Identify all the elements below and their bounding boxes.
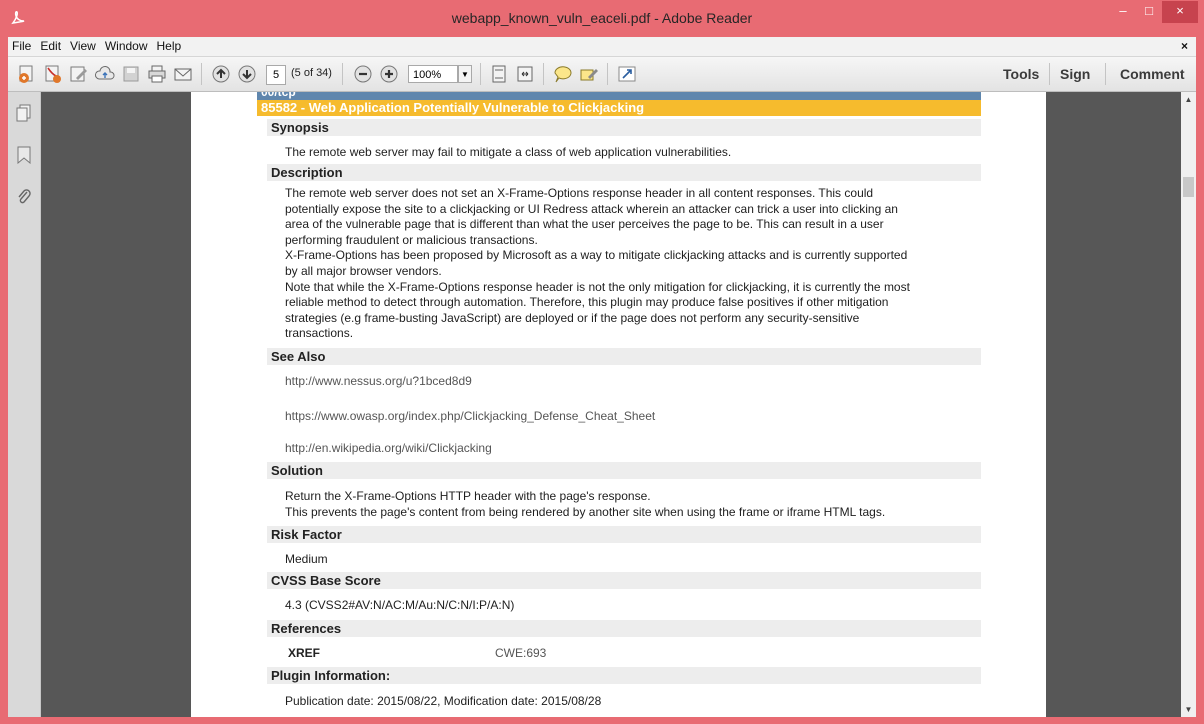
document-viewer[interactable]: 00/tcp 85582 - Web Application Potential…	[41, 92, 1181, 717]
pdf-page[interactable]: 00/tcp 85582 - Web Application Potential…	[191, 92, 1046, 717]
see-also-link[interactable]: http://www.nessus.org/u?1bced8d9	[285, 374, 472, 388]
scroll-down-icon[interactable]: ▼	[1181, 702, 1196, 717]
sign-button[interactable]: Sign	[1060, 66, 1090, 82]
plugin-info-text: Publication date: 2015/08/22, Modificati…	[285, 694, 602, 708]
menu-window[interactable]: Window	[101, 37, 153, 53]
section-synopsis: Synopsis	[267, 119, 981, 136]
description-line: Note that while the X-Frame-Options resp…	[285, 279, 910, 294]
document-close-button[interactable]: ×	[1181, 39, 1188, 53]
toolbar-separator	[607, 63, 608, 85]
minimize-button[interactable]: –	[1110, 1, 1136, 23]
bookmarks-icon[interactable]	[16, 146, 32, 165]
toolbar-separator	[201, 63, 202, 85]
create-pdf-icon[interactable]	[16, 64, 38, 84]
maximize-button[interactable]: □	[1136, 1, 1162, 23]
zoom-level-select[interactable]: 100%	[408, 65, 458, 83]
toolbar-separator	[342, 63, 343, 85]
fit-width-icon[interactable]	[514, 64, 536, 84]
fit-page-icon[interactable]	[488, 64, 510, 84]
solution-line: This prevents the page's content from be…	[285, 504, 886, 519]
window-title: webapp_known_vuln_eaceli.pdf - Adobe Rea…	[451, 10, 753, 26]
scroll-thumb[interactable]	[1183, 177, 1194, 197]
section-plugin-info: Plugin Information:	[267, 667, 981, 684]
previous-page-icon[interactable]	[210, 64, 232, 84]
description-line: transactions.	[285, 326, 354, 341]
toolbar-separator	[1105, 63, 1106, 85]
toolbar: 5 (5 of 34) 100% ▼ Tools Sign Comment	[8, 57, 1196, 92]
toolbar-separator	[480, 63, 481, 85]
solution-text: Return the X-Frame-Options HTTP header w…	[285, 489, 975, 520]
description-text: The remote web server does not set an X-…	[285, 186, 975, 342]
see-also-link[interactable]: http://en.wikipedia.org/wiki/Clickjackin…	[285, 441, 492, 455]
close-button[interactable]: ×	[1162, 1, 1198, 23]
highlight-icon[interactable]	[578, 64, 600, 84]
comment-button[interactable]: Comment	[1120, 66, 1185, 82]
section-risk-factor: Risk Factor	[267, 526, 981, 543]
vulnerability-title: 85582 - Web Application Potentially Vuln…	[257, 100, 981, 116]
description-line: strategies (e.g frame-busting JavaScript…	[285, 310, 860, 325]
menu-bar: File Edit View Window Help ×	[8, 37, 1196, 57]
email-icon[interactable]	[172, 64, 194, 84]
zoom-dropdown-icon[interactable]: ▼	[458, 65, 472, 83]
section-see-also: See Also	[267, 348, 981, 365]
menu-view[interactable]: View	[66, 37, 101, 53]
page-thumbnails-icon[interactable]	[16, 104, 32, 122]
next-page-icon[interactable]	[236, 64, 258, 84]
cvss-score-text: 4.3 (CVSS2#AV:N/AC:M/Au:N/C:N/I:P/A:N)	[285, 598, 515, 612]
page-number-input[interactable]: 5	[266, 65, 286, 85]
full-screen-icon[interactable]	[616, 64, 638, 84]
zoom-out-icon[interactable]	[352, 64, 374, 84]
risk-factor-text: Medium	[285, 552, 328, 566]
toolbar-separator	[543, 63, 544, 85]
description-line: area of the vulnerable page that is diff…	[285, 217, 884, 232]
tools-button[interactable]: Tools	[1003, 66, 1039, 82]
upload-cloud-icon[interactable]	[94, 64, 116, 84]
navigation-pane	[8, 92, 41, 717]
app-window: File Edit View Window Help × 5 (5 of 34)…	[8, 37, 1196, 717]
section-description: Description	[267, 164, 981, 181]
menu-edit[interactable]: Edit	[36, 37, 66, 53]
zoom-in-icon[interactable]	[378, 64, 400, 84]
description-line: The remote web server does not set an X-…	[285, 186, 874, 200]
title-bar: webapp_known_vuln_eaceli.pdf - Adobe Rea…	[0, 0, 1204, 37]
synopsis-text: The remote web server may fail to mitiga…	[285, 145, 732, 159]
vertical-scrollbar[interactable]: ▲ ▼	[1181, 92, 1196, 717]
xref-value: CWE:693	[495, 646, 547, 660]
scroll-up-icon[interactable]: ▲	[1181, 92, 1196, 107]
previous-section-tail: 00/tcp	[257, 92, 981, 100]
comment-icon[interactable]	[552, 64, 574, 84]
description-line: by all major browser vendors.	[285, 263, 442, 278]
menu-help[interactable]: Help	[153, 37, 187, 53]
xref-label: XREF	[288, 646, 321, 660]
description-line: performing fraudulent or malicious trans…	[285, 232, 538, 247]
section-solution: Solution	[267, 462, 981, 479]
description-line: potentially expose the site to a clickja…	[285, 201, 898, 216]
see-also-link[interactable]: https://www.owasp.org/index.php/Clickjac…	[285, 409, 655, 423]
print-icon[interactable]	[146, 64, 168, 84]
solution-line: Return the X-Frame-Options HTTP header w…	[285, 489, 651, 503]
description-line: X-Frame-Options has been proposed by Mic…	[285, 248, 908, 263]
section-cvss-score: CVSS Base Score	[267, 572, 981, 589]
menu-file[interactable]: File	[8, 37, 36, 53]
description-line: reliable method to detect through automa…	[285, 295, 889, 310]
attachments-icon[interactable]	[16, 188, 32, 206]
toolbar-separator	[1049, 63, 1050, 85]
save-icon[interactable]	[120, 64, 142, 84]
section-references: References	[267, 620, 981, 637]
convert-pdf-icon[interactable]	[42, 64, 64, 84]
page-count: (5 of 34)	[291, 67, 332, 79]
edit-pdf-icon[interactable]	[68, 64, 90, 84]
